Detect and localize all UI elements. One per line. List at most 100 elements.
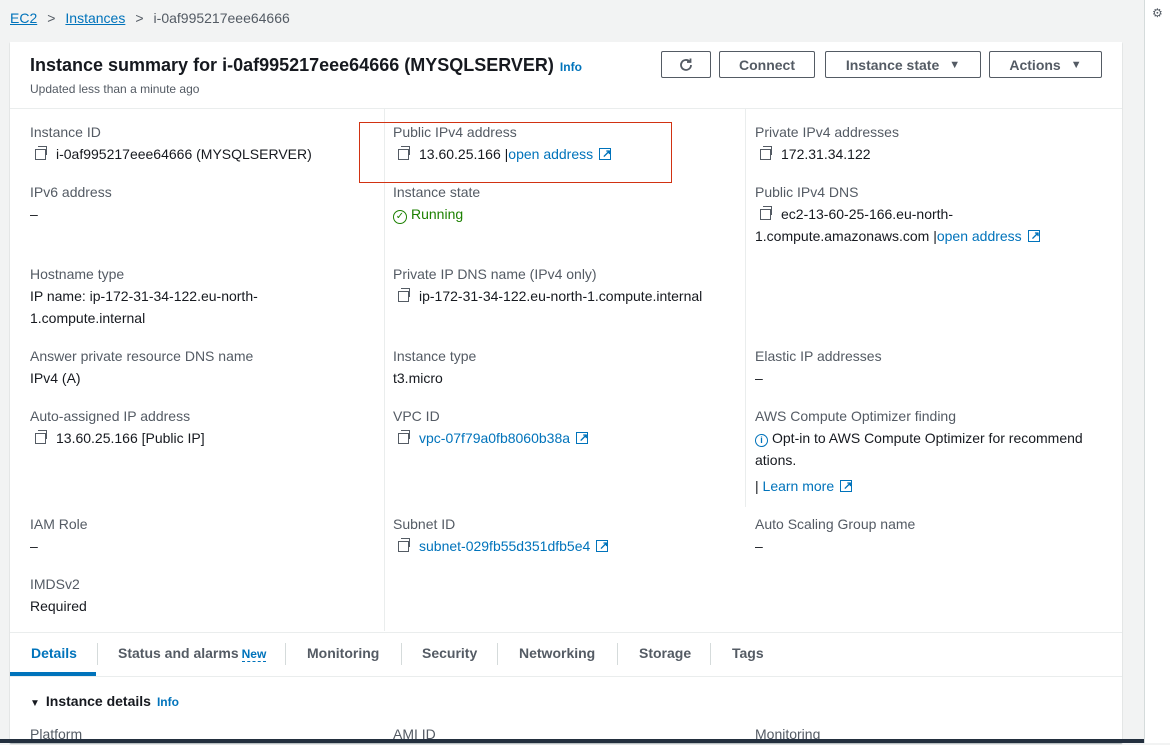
field-instance-id: Instance ID i-0af995217eee64666 (MYSQLSE… [30, 121, 312, 165]
field-public-dns: Public IPv4 DNS ec2-13-60-25-166.eu-nort… [755, 181, 1040, 247]
section-title: Instance details [45, 693, 151, 709]
summary-grid: Instance ID i-0af995217eee64666 (MYSQLSE… [10, 109, 1122, 631]
external-link-icon [596, 535, 609, 557]
field-elastic-ip: Elastic IP addresses – [755, 345, 882, 389]
field-value: – [755, 370, 763, 386]
learn-more-link[interactable]: Learn more [763, 478, 835, 494]
field-value: i-0af995217eee64666 (MYSQLSERVER) [56, 146, 312, 162]
new-badge: New [241, 647, 267, 662]
tab-monitoring[interactable]: Monitoring [307, 645, 379, 661]
copy-icon[interactable] [398, 430, 410, 444]
refresh-icon [680, 58, 692, 71]
breadcrumb: EC2 > Instances > i-0af995217eee64666 [10, 10, 290, 26]
field-subnet-id: Subnet ID subnet-029fb55d351dfb5e4 [393, 513, 609, 557]
tab-divider [97, 643, 98, 665]
field-value: 172.31.34.122 [781, 146, 871, 162]
field-asg: Auto Scaling Group name – [755, 513, 915, 557]
optimizer-link-line1[interactable]: Opt-in to AWS Compute Optimizer for reco… [772, 430, 1083, 446]
connect-label: Connect [739, 56, 795, 73]
field-public-ipv4: Public IPv4 address 13.60.25.166 |open a… [393, 121, 611, 165]
settings-icon[interactable]: ⚙ [1152, 6, 1163, 20]
check-circle-icon: ✓ [393, 210, 407, 224]
field-label: Hostname type [30, 266, 125, 282]
field-hostname-type: Hostname type IP name: ip-172-31-34-122.… [30, 263, 258, 329]
card-header: Instance summary for i-0af995217eee64666… [10, 42, 1122, 109]
breadcrumb-ec2[interactable]: EC2 [10, 10, 37, 26]
field-label: Auto Scaling Group name [755, 516, 916, 532]
copy-icon[interactable] [35, 430, 47, 444]
field-value: t3.micro [393, 370, 443, 386]
instance-state-button[interactable]: Instance state ▼ [825, 51, 981, 78]
copy-icon[interactable] [760, 146, 772, 160]
field-value: ip-172-31-34-122.eu-north-1.compute.inte… [419, 288, 703, 304]
copy-icon[interactable] [760, 206, 772, 220]
field-label: Instance ID [30, 124, 101, 140]
external-link-icon [599, 143, 611, 165]
caret-down-icon: ▼ [949, 58, 961, 71]
title-text: Instance summary for i-0af995217eee64666… [30, 55, 554, 75]
refresh-button[interactable] [661, 51, 711, 78]
tab-label: Status and alarms [118, 645, 239, 661]
actions-button[interactable]: Actions ▼ [989, 51, 1102, 78]
info-link[interactable]: Info [560, 60, 582, 74]
tab-divider [285, 643, 286, 665]
field-vpc-id: VPC ID vpc-07f79a0fb8060b38a [393, 405, 588, 449]
field-label: Answer private resource DNS name [30, 348, 254, 364]
field-label: Elastic IP addresses [755, 348, 882, 364]
instance-details-header[interactable]: ▼ Instance details Info [30, 693, 179, 709]
open-address-link[interactable]: open address [508, 146, 593, 162]
tab-networking[interactable]: Networking [519, 645, 595, 661]
actions-label: Actions [1009, 56, 1061, 73]
connect-button[interactable]: Connect [719, 51, 815, 78]
field-label: Private IP DNS name (IPv4 only) [393, 266, 597, 282]
tab-tags[interactable]: Tags [732, 645, 764, 661]
field-value: – [30, 206, 38, 222]
tab-details[interactable]: Details [31, 645, 77, 661]
open-address-link[interactable]: open address [937, 228, 1022, 244]
subnet-link[interactable]: subnet-029fb55d351dfb5e4 [419, 538, 590, 554]
vpc-link[interactable]: vpc-07f79a0fb8060b38a [419, 430, 570, 446]
copy-icon[interactable] [398, 288, 410, 302]
info-link[interactable]: Info [157, 695, 179, 709]
field-label: Instance type [393, 348, 477, 364]
page-title: Instance summary for i-0af995217eee64666… [30, 55, 582, 76]
right-panel-rail: ⚙ [1144, 0, 1170, 743]
tab-status-alarms[interactable]: Status and alarms New [118, 645, 267, 662]
tab-storage[interactable]: Storage [639, 645, 691, 661]
breadcrumb-current: i-0af995217eee64666 [153, 10, 290, 26]
active-tab-indicator [10, 672, 96, 676]
field-imdsv2: IMDSv2 Required [30, 573, 87, 617]
updated-timestamp: Updated less than a minute ago [30, 82, 200, 96]
copy-icon[interactable] [398, 538, 410, 552]
field-auto-ip: Auto-assigned IP address 13.60.25.166 [P… [30, 405, 205, 449]
field-value: IPv4 (A) [30, 370, 81, 386]
tab-divider [401, 643, 402, 665]
field-label: Private IPv4 addresses [755, 124, 899, 140]
instance-summary-card: Instance summary for i-0af995217eee64666… [10, 42, 1122, 743]
field-label: Public IPv4 address [393, 124, 517, 140]
field-optimizer: AWS Compute Optimizer finding i Opt-in to… [755, 405, 1083, 497]
external-link-icon [1027, 225, 1040, 247]
instance-state-label: Instance state [845, 56, 940, 73]
info-circle-icon: i [755, 434, 768, 447]
field-answer-dns: Answer private resource DNS name IPv4 (A… [30, 345, 253, 389]
detail-tabs: Details Status and alarms New Monitoring … [10, 632, 1122, 677]
tab-security[interactable]: Security [422, 645, 477, 661]
breadcrumb-instances[interactable]: Instances [65, 10, 125, 26]
field-private-ipv4: Private IPv4 addresses 172.31.34.122 [755, 121, 899, 165]
column-divider [384, 109, 385, 631]
field-value: – [755, 538, 763, 554]
field-label: VPC ID [393, 408, 440, 424]
copy-icon[interactable] [35, 146, 47, 160]
optimizer-link-line2[interactable]: ations. [755, 449, 1083, 471]
field-iam-role: IAM Role – [30, 513, 88, 557]
field-value: Required [30, 598, 87, 614]
caret-down-icon: ▼ [30, 698, 40, 709]
bottom-bar [0, 739, 1144, 743]
external-link-icon [840, 475, 852, 497]
field-value: 13.60.25.166 [419, 146, 501, 162]
copy-icon[interactable] [398, 146, 410, 160]
field-label: AWS Compute Optimizer finding [755, 408, 956, 424]
tab-divider [710, 643, 711, 665]
tab-divider [617, 643, 618, 665]
